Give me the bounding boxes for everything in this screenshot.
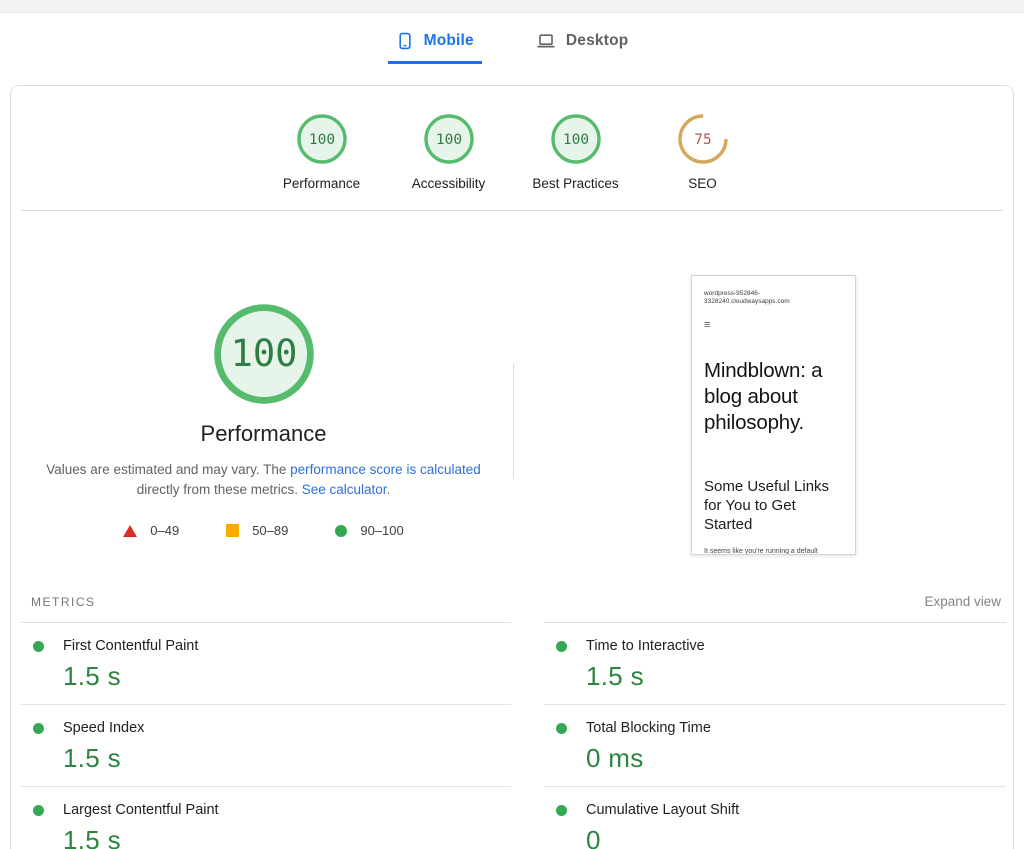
gauge-performance[interactable]: 100 Performance [266,114,378,191]
desc-text: Values are estimated and may vary. The [46,462,290,477]
desktop-laptop-icon [536,32,556,50]
gauge-label: Best Practices [532,176,618,191]
metric-name: Cumulative Layout Shift [586,802,739,818]
green-status-dot-icon [556,641,567,652]
green-status-dot-icon [556,805,567,816]
preview-heading: Mindblown: a blog about philosophy. [704,358,843,436]
metric-name: Time to Interactive [586,638,705,654]
top-strip [0,0,1024,13]
metric-value: 0 [586,825,1006,849]
metric-name: Largest Contentful Paint [63,802,219,818]
gauge-accessibility[interactable]: 100 Accessibility [393,114,505,191]
metric-value: 0 ms [586,743,1006,774]
tab-mobile[interactable]: Mobile [388,26,482,64]
gauge-best-practices[interactable]: 100 Best Practices [520,114,632,191]
category-scores: 100 Performance 100 Accessibility 100 Be… [11,86,1013,210]
metric-name: First Contentful Paint [63,638,198,654]
metrics-section: METRICS Expand view First Contentful Pai… [11,581,1013,849]
performance-summary: 100 Performance Values are estimated and… [11,211,516,581]
green-status-dot-icon [33,723,44,734]
red-triangle-icon [123,525,137,537]
metric-value: 1.5 s [63,825,511,849]
gauge-ring: 100 [424,114,474,164]
see-calculator-link[interactable]: See calculator [302,482,387,497]
mobile-phone-icon [396,32,414,50]
metric-largest-contentful-paint: Largest Contentful Paint 1.5 s [21,787,511,849]
gauge-seo[interactable]: 75 SEO [647,114,759,191]
orange-square-icon [226,524,239,537]
tab-desktop[interactable]: Desktop [528,26,637,64]
page-screenshot-thumbnail[interactable]: wordpress-952846- 3328240.cloudwaysapps.… [691,275,856,555]
tab-desktop-label: Desktop [566,32,629,50]
legend-range: 50–89 [252,523,288,538]
metric-name: Speed Index [63,720,144,736]
metrics-title: METRICS [31,595,96,609]
green-circle-icon [335,525,347,537]
metric-value: 1.5 s [63,661,511,692]
preview-body-text: It seems like you're running a default W… [704,547,843,555]
performance-summary-region: 100 Performance Values are estimated and… [11,211,1013,581]
metric-first-contentful-paint: First Contentful Paint 1.5 s [21,623,511,705]
legend-fail: 0–49 [123,523,179,538]
preview-url: wordpress-952846- 3328240.cloudwaysapps.… [704,290,843,306]
preview-subheading: Some Useful Links for You to Get Started [704,477,843,534]
desc-text: . [387,482,391,497]
gauge-ring: 100 [551,114,601,164]
svg-text:100: 100 [308,132,334,148]
metrics-column-left: First Contentful Paint 1.5 s Speed Index… [21,622,511,849]
svg-text:100: 100 [230,332,297,375]
svg-text:100: 100 [435,132,461,148]
metrics-grid: First Contentful Paint 1.5 s Speed Index… [21,622,1003,849]
column-divider [513,363,514,479]
metric-name: Total Blocking Time [586,720,711,736]
score-calculation-link[interactable]: performance score is calculated [290,462,481,477]
gauge-label: Accessibility [412,176,486,191]
screenshot-column: wordpress-952846- 3328240.cloudwaysapps.… [516,211,1013,581]
performance-score-gauge: 100 [214,304,314,404]
metrics-column-right: Time to Interactive 1.5 s Total Blocking… [544,622,1006,849]
legend-range: 90–100 [360,523,403,538]
report-card: 100 Performance 100 Accessibility 100 Be… [10,85,1014,849]
svg-text:75: 75 [694,132,711,148]
performance-title: Performance [11,421,516,447]
gauge-ring: 100 [297,114,347,164]
green-status-dot-icon [33,805,44,816]
green-status-dot-icon [33,641,44,652]
metric-speed-index: Speed Index 1.5 s [21,705,511,787]
score-legend: 0–49 50–89 90–100 [11,523,516,538]
metric-cumulative-layout-shift: Cumulative Layout Shift 0 [544,787,1006,849]
legend-range: 0–49 [150,523,179,538]
performance-description: Values are estimated and may vary. The p… [34,460,494,500]
metrics-header: METRICS Expand view [21,581,1003,609]
gauge-label: SEO [688,176,717,191]
tab-mobile-label: Mobile [424,32,474,50]
hamburger-menu-icon: ≡ [704,321,843,329]
metric-total-blocking-time: Total Blocking Time 0 ms [544,705,1006,787]
legend-pass: 90–100 [335,523,403,538]
legend-average: 50–89 [226,523,288,538]
gauge-label: Performance [283,176,360,191]
metric-time-to-interactive: Time to Interactive 1.5 s [544,623,1006,705]
svg-text:100: 100 [562,132,588,148]
gauge-ring: 75 [678,114,728,164]
green-status-dot-icon [556,723,567,734]
desc-text: directly from these metrics. [137,482,302,497]
device-tabbar: Mobile Desktop [0,13,1024,64]
metric-value: 1.5 s [586,661,1006,692]
metric-value: 1.5 s [63,743,511,774]
expand-view-button[interactable]: Expand view [924,594,1001,609]
